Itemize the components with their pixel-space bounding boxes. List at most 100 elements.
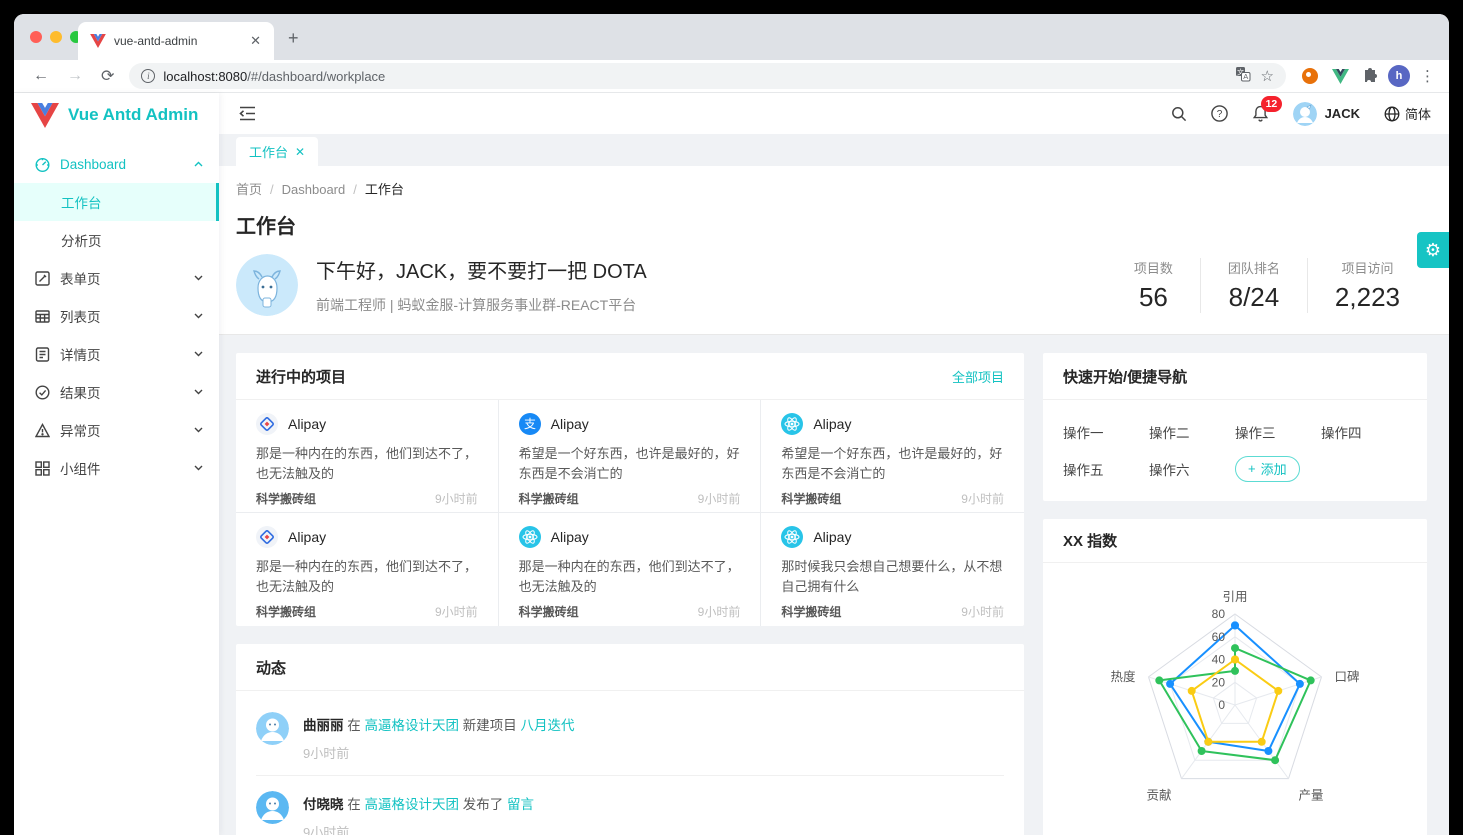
vue-favicon <box>90 34 106 48</box>
table-icon <box>35 309 50 324</box>
project-group[interactable]: 科学搬砖组 <box>781 490 841 507</box>
language-selector[interactable]: 简体 <box>1384 104 1431 123</box>
activity-link[interactable]: 高逼格设计天团 <box>365 797 460 812</box>
dashboard-icon <box>35 157 50 172</box>
all-projects-link[interactable]: 全部项目 <box>952 367 1004 386</box>
forward-icon[interactable]: → <box>58 67 92 85</box>
sidebar-item-Dashboard[interactable]: Dashboard <box>14 145 219 183</box>
sidebar-item-结果页[interactable]: 结果页 <box>14 373 219 411</box>
close-window-button[interactable] <box>30 31 42 43</box>
page-tab-label: 工作台 <box>249 142 288 161</box>
reload-icon[interactable]: ⟳ <box>92 66 123 86</box>
vue-devtools-icon[interactable] <box>1328 64 1352 88</box>
user-menu[interactable]: JACK <box>1293 102 1360 126</box>
project-name[interactable]: Alipay <box>813 416 851 432</box>
url-path: /#/dashboard/workplace <box>247 69 1224 84</box>
minimize-window-button[interactable] <box>50 31 62 43</box>
user-avatar <box>1293 102 1317 126</box>
app-logo[interactable]: Vue Antd Admin <box>14 95 219 135</box>
extensions-puzzle-icon[interactable] <box>1358 64 1382 88</box>
site-info-icon[interactable]: i <box>141 69 155 83</box>
project-group[interactable]: 科学搬砖组 <box>256 603 316 620</box>
help-icon[interactable]: ? <box>1211 105 1228 122</box>
project-group[interactable]: 科学搬砖组 <box>256 490 316 507</box>
quicknav-link-操作六[interactable]: 操作六 <box>1149 450 1235 487</box>
sidebar-item-label: 详情页 <box>60 344 101 364</box>
activity-text: 在 <box>344 718 365 733</box>
page-header: 首页/Dashboard/工作台 工作台 下午好，JACK，要不要打一把 DOT… <box>219 166 1449 335</box>
sidebar-item-详情页[interactable]: 详情页 <box>14 335 219 373</box>
menu-fold-icon[interactable] <box>239 106 256 121</box>
quicknav-link-操作四[interactable]: 操作四 <box>1321 413 1407 450</box>
browser-tab[interactable]: vue-antd-admin ✕ <box>78 22 274 60</box>
project-card[interactable]: Alipay 那是一种内在的东西，他们到达不了，也无法触及的 科学搬砖组9小时前 <box>236 513 499 626</box>
caret-up-icon <box>194 161 203 167</box>
quicknav-link-操作五[interactable]: 操作五 <box>1063 450 1149 487</box>
activity-time: 9小时前 <box>303 743 575 762</box>
vue-logo-icon <box>31 103 59 128</box>
greeting-subtitle: 前端工程师 | 蚂蚁金服-计算服务事业群-REACT平台 <box>316 295 647 315</box>
sidebar-item-列表页[interactable]: 列表页 <box>14 297 219 335</box>
username: JACK <box>1325 106 1360 121</box>
project-name[interactable]: Alipay <box>813 529 851 545</box>
sidebar-item-异常页[interactable]: 异常页 <box>14 411 219 449</box>
bookmark-star-icon[interactable]: ☆ <box>1261 67 1274 85</box>
project-name[interactable]: Alipay <box>288 416 326 432</box>
activity-item: 曲丽丽 在 高逼格设计天团 新建项目 八月迭代 9小时前 <box>256 697 1004 776</box>
project-card[interactable]: Alipay 希望是一个好东西，也许是最好的，好东西是不会消亡的 科学搬砖组9小… <box>761 400 1024 513</box>
project-name[interactable]: Alipay <box>288 529 326 545</box>
search-icon[interactable] <box>1171 106 1187 122</box>
activity-link[interactable]: 留言 <box>507 797 534 812</box>
detail-icon <box>35 347 50 362</box>
browser-menu-icon[interactable]: ⋮ <box>1416 67 1439 85</box>
project-card[interactable]: Alipay 那时候我只会想自己想要什么，从不想自己拥有什么 科学搬砖组9小时前 <box>761 513 1024 626</box>
page-tab-close-icon[interactable]: ✕ <box>295 145 305 159</box>
back-icon[interactable]: ← <box>24 67 58 85</box>
project-time: 9小时前 <box>698 603 741 620</box>
project-group[interactable]: 科学搬砖组 <box>519 490 579 507</box>
caret-down-icon <box>194 313 203 319</box>
browser-profile-avatar[interactable]: h <box>1388 65 1410 87</box>
extension-orange-icon[interactable] <box>1298 64 1322 88</box>
project-card[interactable]: Alipay 那是一种内在的东西，他们到达不了，也无法触及的 科学搬砖组9小时前 <box>236 400 499 513</box>
settings-gear-button[interactable]: ⚙ <box>1417 232 1449 268</box>
new-tab-button[interactable]: + <box>288 29 299 47</box>
project-group[interactable]: 科学搬砖组 <box>781 603 841 620</box>
traffic-lights <box>30 31 82 43</box>
project-card[interactable]: 支Alipay 希望是一个好东西，也许是最好的，好东西是不会消亡的 科学搬砖组9… <box>499 400 762 513</box>
page-title: 工作台 <box>236 210 1427 239</box>
sidebar-item-分析页[interactable]: 分析页 <box>14 221 219 259</box>
url-bar[interactable]: i localhost:8080 /#/dashboard/workplace … <box>129 63 1286 89</box>
activity-time: 9小时前 <box>303 822 534 835</box>
greeting-avatar <box>236 254 298 316</box>
project-description: 希望是一个好东西，也许是最好的，好东西是不会消亡的 <box>781 444 1004 484</box>
add-button[interactable]: +添加 <box>1235 456 1300 482</box>
projects-card-title: 进行中的项目 <box>256 366 346 387</box>
sidebar-item-小组件[interactable]: 小组件 <box>14 449 219 487</box>
translate-icon[interactable]: 文A <box>1235 66 1251 86</box>
sidebar-item-表单页[interactable]: 表单页 <box>14 259 219 297</box>
project-card[interactable]: Alipay 那是一种内在的东西，他们到达不了，也无法触及的 科学搬砖组9小时前 <box>499 513 762 626</box>
language-label: 简体 <box>1405 104 1431 123</box>
quicknav-link-操作一[interactable]: 操作一 <box>1063 413 1149 450</box>
project-description: 那是一种内在的东西，他们到达不了，也无法触及的 <box>256 557 478 597</box>
activity-link[interactable]: 八月迭代 <box>521 718 575 733</box>
breadcrumb-item[interactable]: 首页 <box>236 182 262 197</box>
notifications-bell-icon[interactable]: 12 <box>1252 105 1269 122</box>
stat-value: 2,223 <box>1335 282 1400 313</box>
quicknav-link-操作三[interactable]: 操作三 <box>1235 413 1321 450</box>
project-name[interactable]: Alipay <box>551 416 589 432</box>
tab-close-icon[interactable]: ✕ <box>247 33 264 49</box>
caret-down-icon <box>194 389 203 395</box>
sidebar-menu: Dashboard工作台分析页表单页列表页详情页结果页异常页小组件 <box>14 135 219 487</box>
sidebar-item-工作台[interactable]: 工作台 <box>14 183 219 221</box>
stat-团队排名: 团队排名8/24 <box>1200 258 1307 313</box>
page-tab-workplace[interactable]: 工作台 ✕ <box>236 137 318 166</box>
breadcrumb-item[interactable]: Dashboard <box>282 182 346 197</box>
caret-down-icon <box>194 275 203 281</box>
quicknav-link-操作二[interactable]: 操作二 <box>1149 413 1235 450</box>
activity-link[interactable]: 高逼格设计天团 <box>365 718 460 733</box>
project-group[interactable]: 科学搬砖组 <box>519 603 579 620</box>
widget-icon <box>35 461 50 476</box>
project-name[interactable]: Alipay <box>551 529 589 545</box>
